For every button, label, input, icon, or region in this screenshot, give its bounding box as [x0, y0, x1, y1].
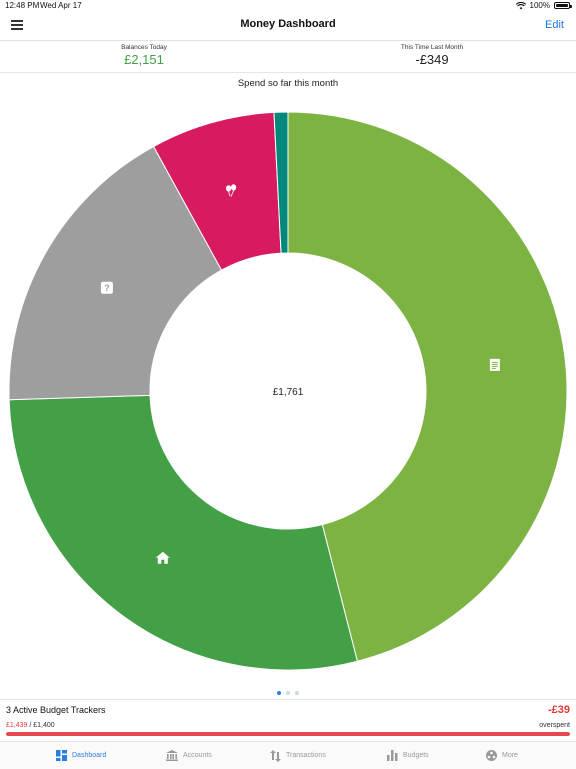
budget-limit: £1,400: [33, 722, 55, 729]
budget-spent: £1,439: [6, 722, 28, 729]
battery-icon: [554, 2, 572, 9]
balances-today-label: Balances Today: [121, 44, 167, 51]
status-bar: 12:48 PM Wed Apr 17 100%: [0, 0, 576, 12]
last-month-value: -£349: [415, 52, 449, 67]
edit-button[interactable]: Edit: [545, 19, 564, 31]
dashboard-icon: [56, 750, 67, 761]
tab-bar: Dashboard Accounts Transactions Budgets: [0, 741, 576, 769]
status-right: 100%: [515, 1, 572, 10]
tab-accounts[interactable]: Accounts: [166, 742, 212, 769]
svg-text:?: ?: [104, 283, 110, 293]
page-dot[interactable]: [277, 691, 281, 695]
tab-accounts-label: Accounts: [183, 752, 212, 759]
tab-transactions-label: Transactions: [286, 752, 326, 759]
question-icon: ?: [100, 281, 113, 294]
budget-progress-bar: [6, 732, 570, 736]
chart-center-value: £1,761: [273, 387, 304, 398]
last-month-label: This Time Last Month: [400, 44, 464, 51]
battery-percent: 100%: [529, 1, 550, 10]
spend-donut-chart: ? £1,761: [8, 111, 568, 671]
page-dot[interactable]: [295, 691, 299, 695]
page-indicator: [0, 691, 576, 695]
wifi-icon: [515, 1, 526, 9]
tab-more[interactable]: More: [486, 742, 518, 769]
tab-dashboard[interactable]: Dashboard: [56, 742, 106, 769]
tab-dashboard-label: Dashboard: [72, 752, 107, 759]
balances-today-value: £2,151: [124, 52, 164, 67]
transfer-icon: [270, 749, 281, 762]
more-icon: [486, 750, 497, 761]
last-month[interactable]: This Time Last Month -£349: [288, 44, 576, 67]
nav-bar: Money Dashboard Edit: [0, 12, 576, 41]
receipt-icon: [489, 358, 500, 371]
page-dot[interactable]: [286, 691, 290, 695]
status-time: 12:48 PM: [5, 1, 40, 10]
budget-amount: -£39: [547, 704, 570, 716]
tab-more-label: More: [502, 752, 518, 759]
bank-icon: [166, 750, 178, 761]
balances-today[interactable]: Balances Today £2,151: [0, 44, 288, 67]
chart-title: Spend so far this month: [237, 78, 339, 89]
donut-slice-home[interactable]: [8, 394, 358, 671]
budget-progress-text: £1,439 / £1,400: [6, 722, 55, 729]
tab-transactions[interactable]: Transactions: [270, 742, 326, 769]
status-date: Wed Apr 17: [40, 1, 82, 10]
budget-status: overspent: [539, 722, 570, 729]
balance-summary: Balances Today £2,151 This Time Last Mon…: [0, 41, 576, 73]
budget-tracker[interactable]: 3 Active Budget Trackers -£39 £1,439 / £…: [0, 699, 576, 742]
bar-chart-icon: [387, 750, 398, 761]
budget-title: 3 Active Budget Trackers: [6, 705, 106, 715]
tab-budgets[interactable]: Budgets: [387, 742, 429, 769]
page-title: Money Dashboard: [240, 18, 336, 30]
tab-budgets-label: Budgets: [403, 752, 429, 759]
budget-progress-fill: [6, 732, 570, 736]
